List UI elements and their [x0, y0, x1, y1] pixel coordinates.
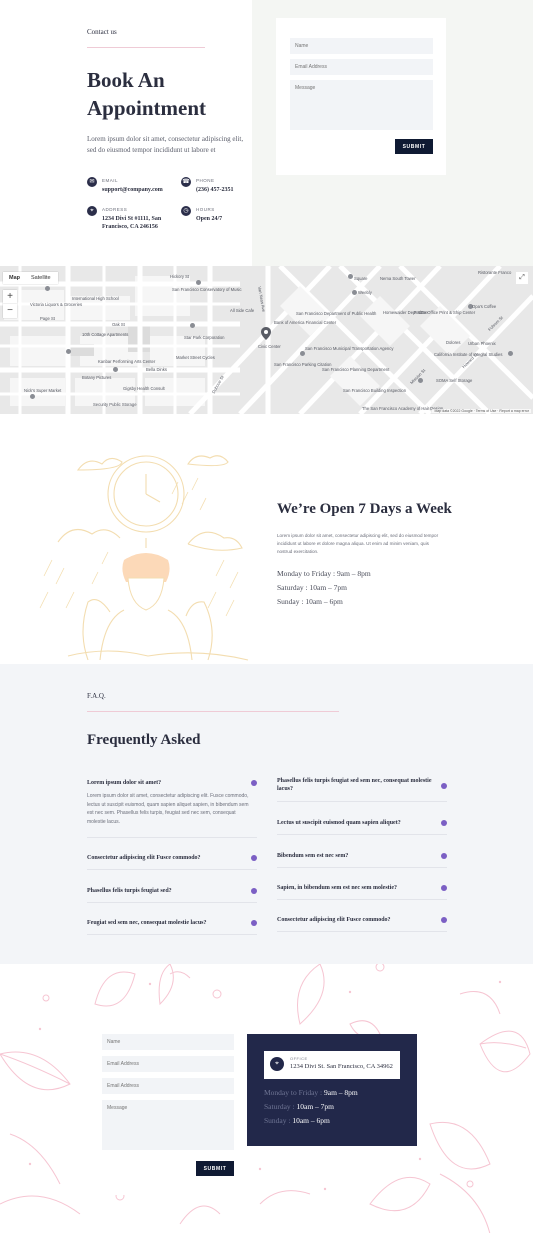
map-embed[interactable]: Hickory St San Francisco Conservatory of…	[0, 266, 533, 414]
hero-kicker: Contact us	[87, 28, 117, 36]
hours-saturday: Saturday : 10am – 7pm	[277, 583, 347, 592]
location-pin-icon: ⌖	[270, 1057, 284, 1071]
faq-question[interactable]: Phasellus felis turpis feugiat sed?	[87, 887, 247, 895]
name-input[interactable]	[290, 38, 433, 54]
faq-question[interactable]: Consectetur adipiscing elit Fusce commod…	[87, 854, 247, 862]
clock-icon: ◷	[181, 206, 191, 216]
phone-link[interactable]: (236) 457-2351	[196, 186, 276, 194]
email-link[interactable]: support@company.com	[102, 186, 182, 194]
office-address: 1234 Divi St. San Francisco, CA 34962	[290, 1063, 393, 1070]
map-poi	[113, 367, 118, 372]
location-icon: ⌖	[87, 206, 97, 216]
map-attribution[interactable]: Map data ©2022 Google · Terms of Use · R…	[432, 409, 531, 413]
toggle-icon[interactable]	[441, 917, 447, 923]
map-poi	[66, 349, 71, 354]
faq-question[interactable]: Feugiat sed sem nec, consequat molestie …	[87, 919, 247, 927]
map-pin-icon[interactable]	[261, 327, 271, 340]
faq-divider	[87, 711, 339, 712]
toggle-icon[interactable]	[251, 888, 257, 894]
map-poi	[348, 274, 353, 279]
toggle-icon[interactable]	[441, 783, 447, 789]
zoom-out-button[interactable]: −	[3, 304, 17, 318]
hero-section: Contact us Book An Appointment Lorem ips…	[0, 0, 533, 266]
office-hours-saturday: Saturday : 10am – 7pm	[264, 1102, 334, 1111]
open-description: Lorem ipsum dolor sit amet, consectetur …	[277, 533, 439, 554]
map-poi	[508, 351, 513, 356]
faq-question[interactable]: Sapien, in bibendum sem est nec sem mole…	[277, 884, 437, 892]
faq-question[interactable]: Lorem ipsum dolor sit amet?	[87, 779, 247, 787]
toggle-icon[interactable]	[251, 855, 257, 861]
toggle-icon[interactable]	[441, 885, 447, 891]
contact-form: SUBMIT	[87, 1015, 257, 1195]
map-poi	[30, 394, 35, 399]
email-input[interactable]	[290, 59, 433, 75]
map-poi	[196, 280, 201, 285]
fullscreen-icon[interactable]: ⤢	[516, 272, 528, 284]
zoom-in-button[interactable]: +	[3, 290, 17, 304]
contact-section: SUBMIT ⌖ OFFICE 1234 Divi St. San Franci…	[0, 964, 533, 1233]
name-input[interactable]	[102, 1034, 234, 1050]
mail-icon: ✉	[87, 177, 97, 187]
hours-weekday: Monday to Friday : 9am – 8pm	[277, 569, 371, 578]
person-clock-illustration	[39, 455, 249, 661]
faq-question[interactable]: Bibendum sem est nec sem?	[277, 852, 437, 860]
office-hours-weekday: Monday to Friday : 9am – 8pm	[264, 1088, 358, 1097]
faq-section: F.A.Q. Frequently Asked Lorem ipsum dolo…	[0, 664, 533, 964]
map-type-toggle: Map Satellite	[3, 272, 58, 284]
faq-question[interactable]: Lectus ut suscipit euismod quam sapien a…	[277, 819, 437, 827]
submit-button[interactable]: SUBMIT	[395, 139, 433, 154]
submit-button[interactable]: SUBMIT	[196, 1161, 234, 1176]
faq-kicker: F.A.Q.	[87, 692, 106, 700]
map-poi	[352, 290, 357, 295]
open-title: We’re Open 7 Days a Week	[277, 501, 452, 517]
message-input[interactable]	[102, 1100, 234, 1150]
email-input[interactable]	[102, 1056, 234, 1072]
toggle-icon[interactable]	[441, 853, 447, 859]
faq-title: Frequently Asked	[87, 732, 201, 748]
map-type-satellite-button[interactable]: Satellite	[31, 272, 51, 284]
hero-description: Lorem ipsum dolor sit amet, consectetur …	[87, 135, 244, 154]
office-hours-sunday: Sunday : 10am – 6pm	[264, 1116, 330, 1125]
map-poi	[300, 351, 305, 356]
map-type-map-button[interactable]: Map	[9, 272, 20, 284]
faq-question[interactable]: Consectetur adipiscing elit Fusce commod…	[277, 916, 437, 924]
email-confirm-input[interactable]	[102, 1078, 234, 1094]
kicker-divider	[87, 47, 205, 48]
open-hours-section: We’re Open 7 Days a Week Lorem ipsum dol…	[0, 414, 533, 664]
faq-question[interactable]: Phasellus felis turpis feugiat sed sem n…	[277, 777, 437, 793]
hours-sunday: Sunday : 10am – 6pm	[277, 597, 343, 606]
map-poi	[45, 286, 50, 291]
toggle-icon[interactable]	[251, 780, 257, 786]
phone-icon: ☎	[181, 177, 191, 187]
toggle-icon[interactable]	[441, 820, 447, 826]
map-poi	[190, 323, 195, 328]
page-title: Book An Appointment	[87, 68, 207, 120]
appointment-form: SUBMIT	[276, 18, 446, 175]
office-card: ⌖ OFFICE 1234 Divi St. San Francisco, CA…	[247, 1034, 417, 1146]
office-address-box: ⌖ OFFICE 1234 Divi St. San Francisco, CA…	[264, 1051, 400, 1079]
message-input[interactable]	[290, 80, 433, 130]
toggle-icon[interactable]	[251, 920, 257, 926]
faq-answer: Lorem ipsum dolor sit amet, consectetur …	[87, 793, 249, 825]
